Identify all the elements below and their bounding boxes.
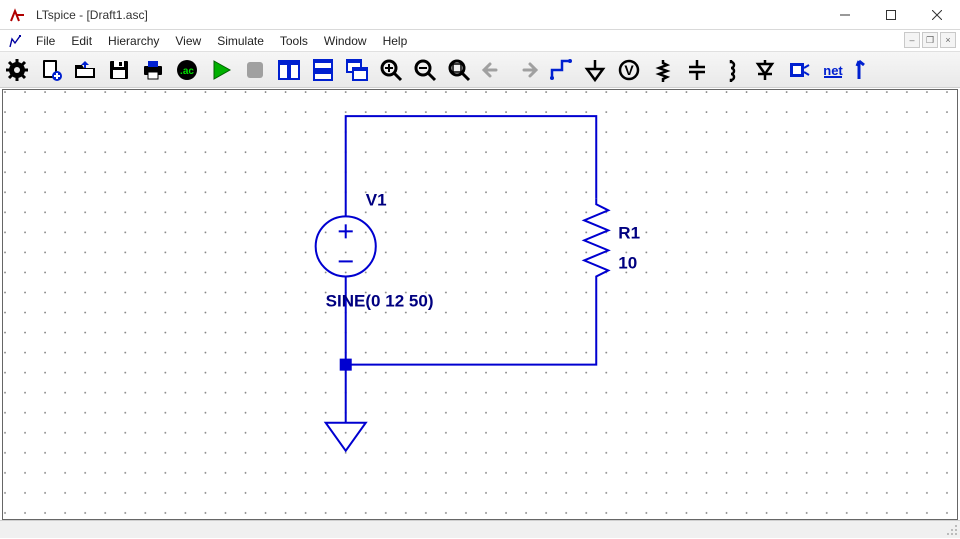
open-file-icon[interactable] [69,55,101,85]
tile-vertical-icon[interactable] [273,55,305,85]
junction-node[interactable] [340,359,352,371]
capacitor-icon[interactable] [681,55,713,85]
svg-text:net: net [823,63,843,78]
move-icon[interactable] [851,55,883,85]
zoom-fit-icon[interactable] [443,55,475,85]
run-simulation-icon[interactable] [205,55,237,85]
schematic-canvas[interactable]: V1 SINE(0 12 50) R1 10 [2,89,958,520]
mdi-minimize-button[interactable]: – [904,32,920,48]
titlebar: LTspice - [Draft1.asc] [0,0,960,30]
mdi-controls: – ❐ × [904,32,956,48]
wire-icon[interactable] [545,55,577,85]
menu-view[interactable]: View [167,32,209,50]
menu-file[interactable]: File [28,32,63,50]
window-controls [822,0,960,29]
menu-tools[interactable]: Tools [272,32,316,50]
diode-icon[interactable] [749,55,781,85]
save-file-icon[interactable] [103,55,135,85]
zoom-out-icon[interactable] [409,55,441,85]
statusbar [0,520,960,538]
mdi-close-button[interactable]: × [940,32,956,48]
app-icon [8,5,28,25]
redo-icon[interactable] [511,55,543,85]
settings-gear-icon[interactable] [1,55,33,85]
tile-horizontal-icon[interactable] [307,55,339,85]
inductor-icon[interactable] [715,55,747,85]
component-icon[interactable] [783,55,815,85]
net-label-icon[interactable]: net [817,55,849,85]
toolbar: .ac V [0,52,960,88]
stop-simulation-icon[interactable] [239,55,271,85]
source-name-label[interactable]: V1 [366,190,387,209]
cascade-windows-icon[interactable] [341,55,373,85]
menu-help[interactable]: Help [375,32,416,50]
new-schematic-icon[interactable] [35,55,67,85]
maximize-button[interactable] [868,0,914,29]
close-button[interactable] [914,0,960,29]
menu-hierarchy[interactable]: Hierarchy [100,32,167,50]
schematic-svg[interactable]: V1 SINE(0 12 50) R1 10 [3,90,957,519]
svg-text:V: V [624,62,634,78]
resize-grip-icon[interactable] [944,522,960,538]
zoom-in-icon[interactable] [375,55,407,85]
voltage-source-icon[interactable]: V [613,55,645,85]
resistor-icon[interactable] [647,55,679,85]
document-icon [6,32,24,50]
resistor-value-label[interactable]: 10 [618,253,637,272]
menu-simulate[interactable]: Simulate [209,32,272,50]
svg-text:.ac: .ac [180,66,194,77]
window-title: LTspice - [Draft1.asc] [34,8,822,22]
menu-edit[interactable]: Edit [63,32,100,50]
ground-icon[interactable] [579,55,611,85]
source-value-label[interactable]: SINE(0 12 50) [326,292,434,311]
op-point-icon[interactable]: .ac [171,55,203,85]
mdi-restore-button[interactable]: ❐ [922,32,938,48]
menubar: File Edit Hierarchy View Simulate Tools … [0,30,960,52]
resistor-name-label[interactable]: R1 [618,223,640,242]
print-icon[interactable] [137,55,169,85]
undo-icon[interactable] [477,55,509,85]
menu-window[interactable]: Window [316,32,375,50]
minimize-button[interactable] [822,0,868,29]
